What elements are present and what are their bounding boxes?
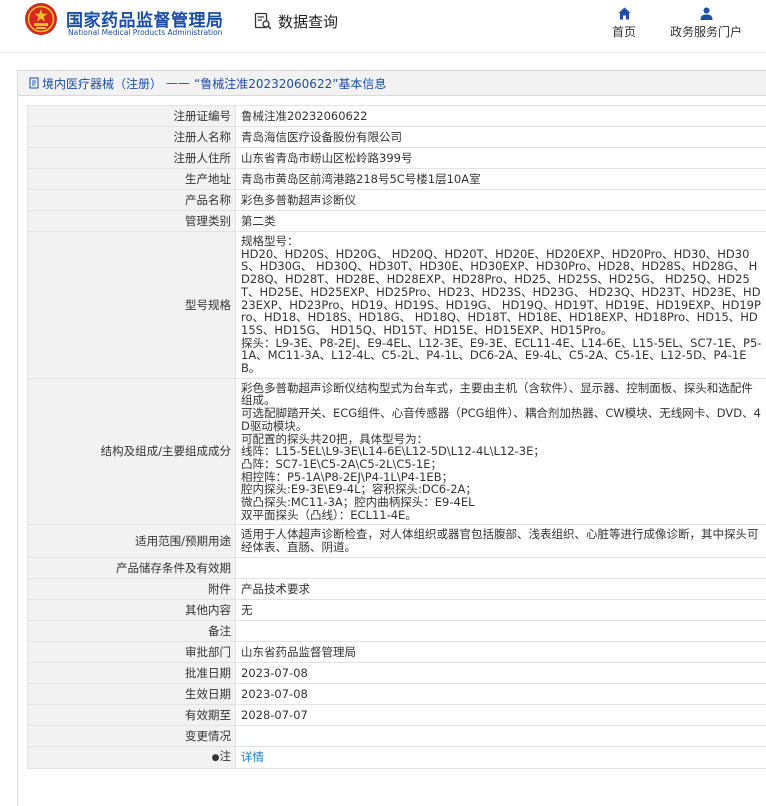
field-label: 结构及组成/主要组成成分 (27, 377, 236, 526)
data-query-link[interactable]: 数据查询 (254, 10, 338, 32)
field-label: 注册人名称 (27, 126, 236, 148)
field-label: 变更情况 (27, 724, 236, 747)
user-icon (700, 7, 712, 20)
table-row: 产品储存条件及有效期 (27, 556, 766, 579)
field-label: 注册证编号 (27, 105, 236, 127)
table-row: 附件 产品技术要求 (27, 577, 766, 600)
field-label: 审批部门 (27, 640, 236, 663)
field-label: 生产地址 (27, 168, 236, 190)
field-value-structure: 彩色多普勒超声诊断仪结构型式为台车式，主要由主机（含软件）、显示器、控制面板、探… (241, 380, 761, 522)
field-label: 适用范围/预期用途 (27, 524, 236, 558)
field-value-category: 第二类 (235, 210, 766, 232)
field-value-approve-date: 2023-07-08 (235, 661, 766, 684)
field-value-product-name: 彩色多普勒超声诊断仪 (235, 189, 766, 211)
nav-home[interactable]: 首页 (612, 6, 636, 40)
table-row: 备注 (27, 619, 766, 642)
breadcrumb-title: “鲁械注准20232060622”基本信息 (194, 76, 387, 91)
table-row: 管理类别 第二类 (27, 210, 766, 232)
table-row: 注册人名称 青岛海信医疗设备股份有限公司 (27, 126, 766, 148)
note-label-text: 注 (219, 748, 232, 763)
detail-panel: 境内医疗器械（注册） —— “鲁械注准20232060622”基本信息 注册证编… (17, 70, 766, 806)
field-label: 批准日期 (27, 661, 236, 684)
field-value-expire-date: 2028-07-07 (235, 703, 766, 726)
table-row: 批准日期 2023-07-08 (27, 661, 766, 684)
field-label: 型号规格 (27, 231, 236, 379)
field-label: 产品名称 (27, 189, 236, 211)
table-row: 变更情况 (27, 724, 766, 747)
national-emblem-icon (25, 3, 57, 35)
field-value-scope: 适用于人体超声诊断检查，对人体组织或器官包括腹部、浅表组织、心脏等进行成像诊断，… (235, 524, 766, 558)
data-query-label: 数据查询 (278, 12, 339, 31)
field-value-attachment: 产品技术要求 (235, 577, 766, 600)
table-row: ●注 详情 (27, 745, 766, 769)
table-row: 生产地址 青岛市黄岛区前湾港路218号5C号楼1层10A室 (27, 168, 766, 190)
site-header: 国家药品监督管理局 National Medical Products Admi… (0, 0, 766, 53)
details-link[interactable]: 详情 (241, 750, 264, 764)
field-value-change (235, 724, 766, 747)
field-label: 生效日期 (27, 682, 236, 705)
table-row: 注册人住所 山东省青岛市崂山区松岭路399号 (27, 147, 766, 169)
field-label: 管理类别 (27, 210, 236, 232)
field-label: 其他内容 (27, 598, 236, 621)
field-label: 备注 (27, 619, 236, 642)
field-value-registrant: 青岛海信医疗设备股份有限公司 (235, 126, 766, 148)
table-row: 审批部门 山东省药品监督管理局 (27, 640, 766, 663)
table-row: 有效期至 2028-07-07 (27, 703, 766, 726)
field-label: 附件 (27, 577, 236, 600)
home-icon (618, 7, 630, 20)
field-value-registrant-address: 山东省青岛市崂山区松岭路399号 (235, 147, 766, 169)
nav-home-label: 首页 (612, 25, 637, 39)
field-value-other: 无 (235, 598, 766, 621)
table-row: 结构及组成/主要组成成分 彩色多普勒超声诊断仪结构型式为台车式，主要由主机（含软… (27, 377, 766, 526)
breadcrumb-separator: —— (166, 76, 191, 90)
field-label-note: ●注 (27, 745, 236, 769)
field-value-remark (235, 619, 766, 642)
nav-service-portal-label: 政务服务门户 (670, 25, 743, 39)
document-search-icon (254, 12, 272, 30)
registration-info-table: 注册证编号 鲁械注准20232060622 注册人名称 青岛海信医疗设备股份有限… (27, 105, 766, 769)
table-row: 型号规格 规格型号： HD20、HD20S、HD20G、 HD20Q、HD20T… (27, 231, 766, 379)
field-label: 产品储存条件及有效期 (27, 556, 236, 579)
field-value-storage (235, 556, 766, 579)
breadcrumb-section[interactable]: 境内医疗器械（注册） (42, 75, 162, 92)
field-label: 有效期至 (27, 703, 236, 726)
field-value-effective-date: 2023-07-08 (235, 682, 766, 705)
document-icon (29, 77, 39, 89)
table-row: 生效日期 2023-07-08 (27, 682, 766, 705)
field-value-reg-no: 鲁械注准20232060622 (235, 105, 766, 127)
site-subtitle: National Medical Products Administration (68, 28, 223, 37)
field-value-department: 山东省药品监督管理局 (235, 640, 766, 663)
field-value-production-address: 青岛市黄岛区前湾港路218号5C号楼1层10A室 (235, 168, 766, 190)
nav-service-portal[interactable]: 政务服务门户 (670, 6, 742, 40)
table-row: 产品名称 彩色多普勒超声诊断仪 (27, 189, 766, 211)
field-label: 注册人住所 (27, 147, 236, 169)
table-row: 适用范围/预期用途 适用于人体超声诊断检查，对人体组织或器官包括腹部、浅表组织、… (27, 524, 766, 558)
table-row: 注册证编号 鲁械注准20232060622 (27, 105, 766, 127)
pin-icon: ● (211, 752, 220, 763)
breadcrumb: 境内医疗器械（注册） —— “鲁械注准20232060622”基本信息 (18, 71, 766, 96)
field-value-model: 规格型号： HD20、HD20S、HD20G、 HD20Q、HD20T、HD20… (241, 234, 762, 376)
table-row: 其他内容 无 (27, 598, 766, 621)
